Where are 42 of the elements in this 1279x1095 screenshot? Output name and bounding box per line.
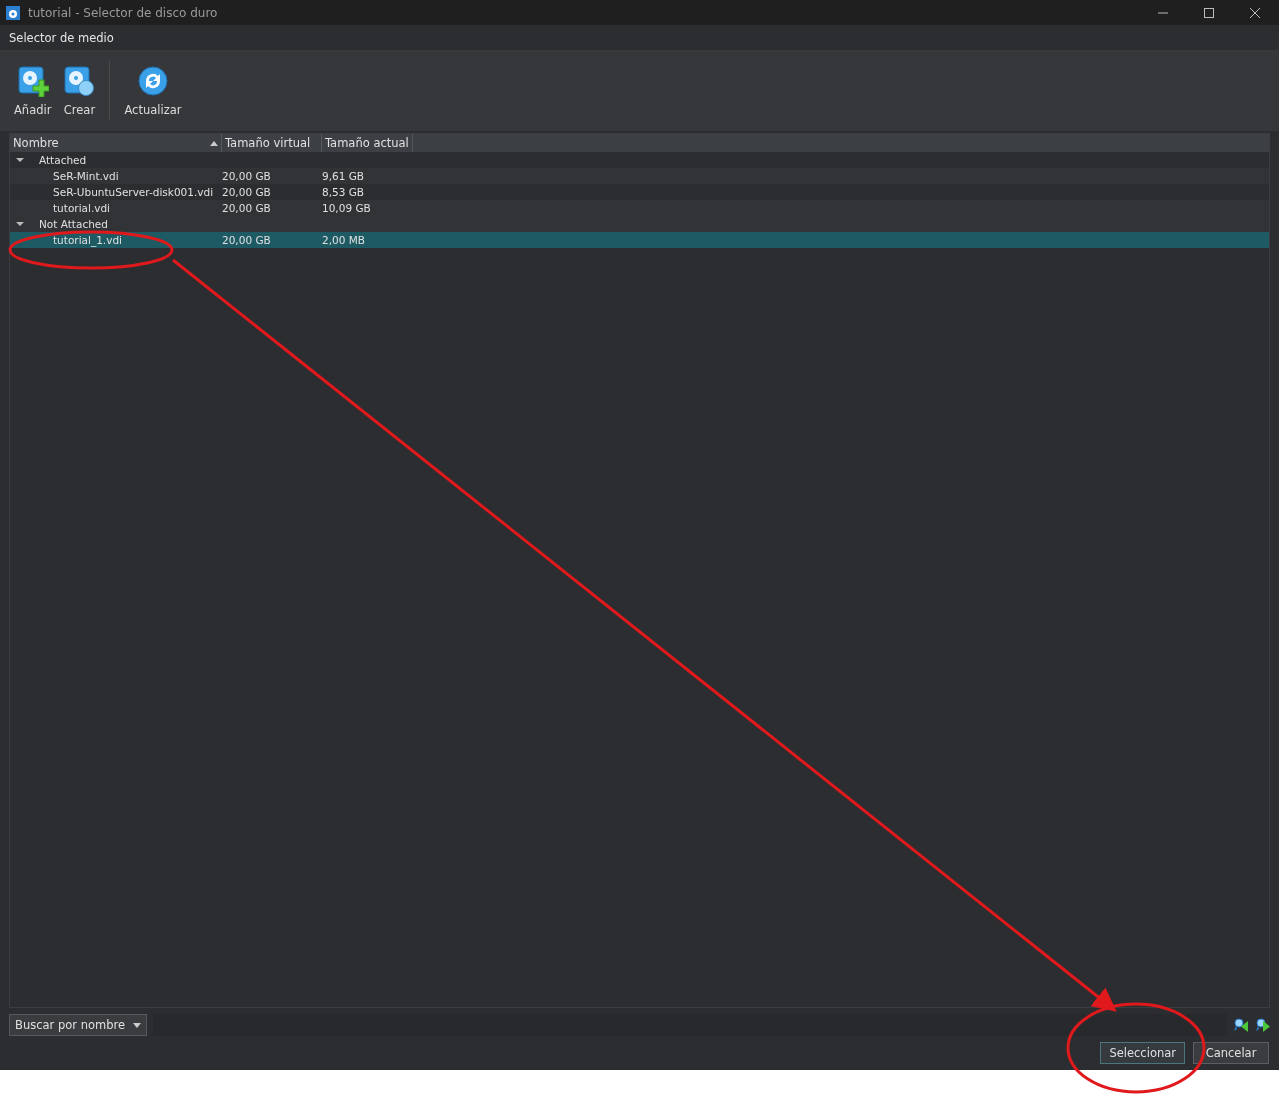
refresh-icon: [136, 65, 169, 97]
table-cell-text: 20,00 GB: [222, 186, 272, 198]
maximize-icon[interactable]: [1203, 6, 1215, 19]
disk-plus-icon: [16, 65, 49, 97]
table-cell-text: 20,00 GB: [222, 234, 272, 246]
search-next-icon[interactable]: [1255, 1017, 1271, 1033]
group-label[interactable]: Attached: [34, 154, 87, 166]
caret-icon: [133, 1022, 142, 1028]
disk-row[interactable]: SeR-UbuntuServer-disk001.vdi 20,00 GB 8,53 GB: [10, 184, 1269, 200]
disk-circle-icon: [63, 65, 96, 97]
table-cell-text: tutorial_1.vdi: [52, 234, 123, 246]
sort-arrow-icon: [210, 140, 218, 146]
toolbar-button[interactable]: Actualizar: [120, 61, 186, 121]
table-cell-text: 20,00 GB: [222, 170, 272, 182]
table-cell: 8,53 GB: [322, 186, 365, 198]
table-cell: 9,61 GB: [322, 170, 365, 182]
disk-row[interactable]: tutorial_1.vdi 20,00 GB 2,00 MB: [10, 232, 1269, 248]
disk-row[interactable]: tutorial.vdi 20,00 GB 10,09 GB: [10, 200, 1269, 216]
column-header[interactable]: Nombre: [10, 134, 222, 152]
search-mode-dropdown[interactable]: Buscar por nombre: [9, 1014, 148, 1036]
dialog-button[interactable]: Seleccionar: [1100, 1042, 1185, 1064]
table-cell-text: SeR-UbuntuServer-disk001.vdi: [52, 186, 215, 198]
expand-arrow-icon[interactable]: [16, 156, 24, 164]
window-title: tutorial - Selector de disco duro: [28, 5, 219, 20]
disk-row[interactable]: SeR-Mint.vdi 20,00 GB 9,61 GB: [10, 168, 1269, 184]
dialog-button[interactable]: Cancelar: [1193, 1042, 1269, 1064]
toolbar-button[interactable]: Crear: [59, 61, 100, 121]
app-icon: [6, 5, 20, 20]
table-cell-text: SeR-Mint.vdi: [52, 170, 120, 182]
search-field[interactable]: [153, 1014, 1227, 1036]
column-header[interactable]: Tamaño actual: [322, 134, 413, 152]
table-cell-text: tutorial.vdi: [52, 202, 112, 214]
toolbar-button[interactable]: Añadir: [10, 61, 56, 121]
table-cell: 10,09 GB: [322, 202, 371, 214]
menu-item[interactable]: Selector de medio: [9, 30, 114, 45]
group-label[interactable]: Not Attached: [34, 218, 108, 230]
table-cell: 2,00 MB: [322, 234, 365, 246]
column-header[interactable]: Tamaño virtual: [222, 134, 322, 152]
expand-arrow-icon[interactable]: [16, 220, 24, 228]
search-previous-icon[interactable]: [1233, 1017, 1249, 1033]
table-cell-text: 20,00 GB: [222, 202, 272, 214]
close-icon[interactable]: [1249, 6, 1261, 19]
